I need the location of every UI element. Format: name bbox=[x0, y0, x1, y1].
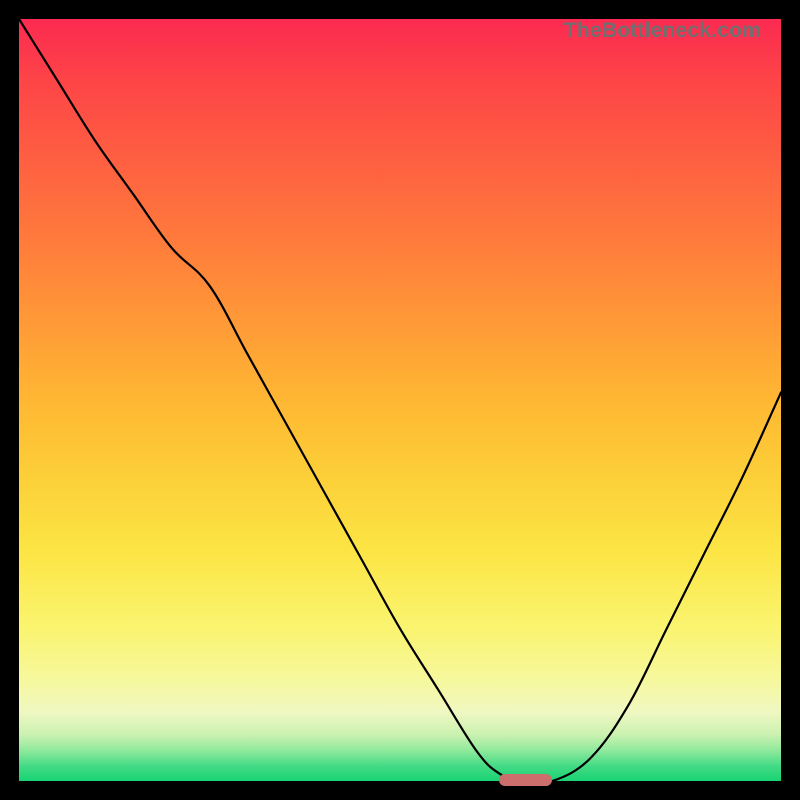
optimal-range-marker bbox=[499, 774, 552, 786]
chart-svg-layer bbox=[19, 19, 781, 781]
chart-plot-area: TheBottleneck.com bbox=[19, 19, 781, 781]
chart-frame: TheBottleneck.com bbox=[0, 0, 800, 800]
bottleneck-curve bbox=[19, 19, 781, 783]
